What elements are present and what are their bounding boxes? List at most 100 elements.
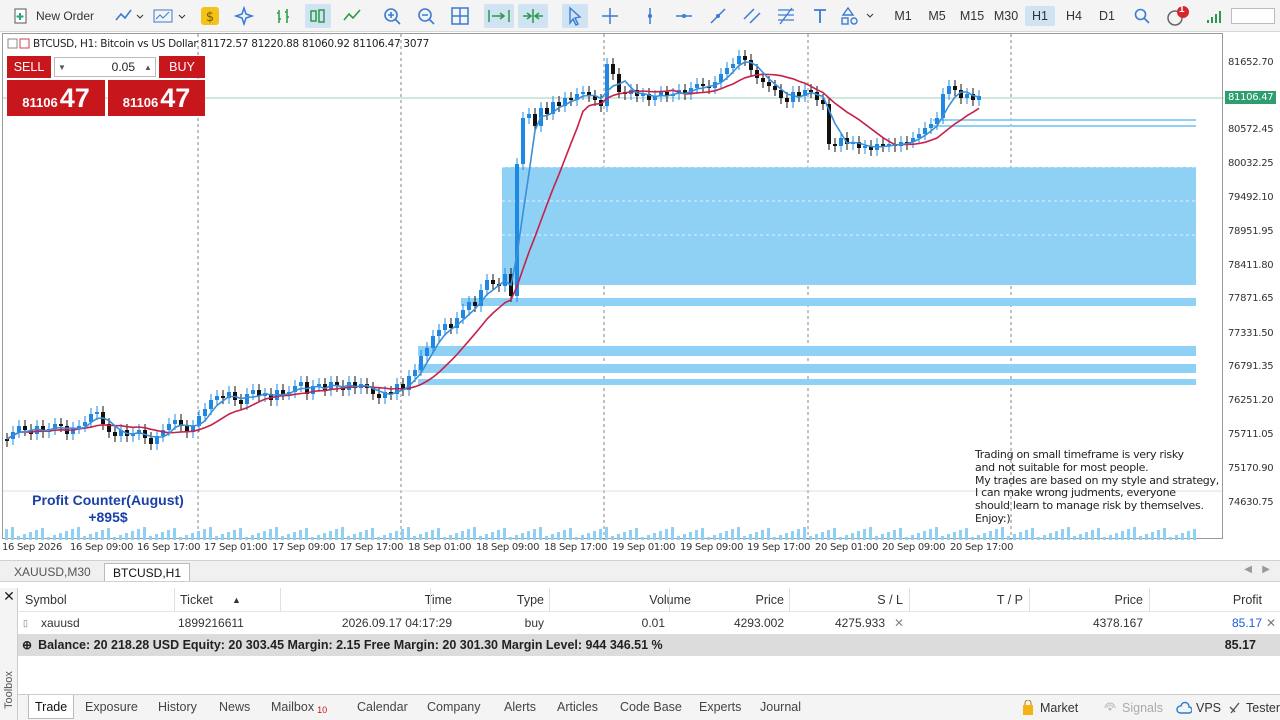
timeframe-m30[interactable]: M30 <box>991 6 1021 26</box>
crosshair-tool[interactable] <box>598 4 622 28</box>
volume-bar <box>1187 531 1190 540</box>
notifications-button[interactable]: 1 <box>1162 4 1192 28</box>
timeframe-m5[interactable]: M5 <box>922 6 952 26</box>
time-axis[interactable]: 16 Sep 2026 16 Sep 09:00 16 Sep 17:00 17 Se… <box>2 540 1224 558</box>
tile-windows-button[interactable] <box>448 4 472 28</box>
volume-bar <box>293 532 296 540</box>
sell-price-box[interactable]: 81106 47 <box>7 80 105 116</box>
lot-increase-icon[interactable]: ▲ <box>141 63 155 72</box>
autoscroll-button[interactable] <box>484 4 514 28</box>
price-tick-label: 75170.90 <box>1228 463 1274 474</box>
buy-price-box[interactable]: 81106 47 <box>108 80 205 116</box>
line-chart-button[interactable] <box>340 4 364 28</box>
close-icon[interactable]: ✕ <box>2 588 16 610</box>
timeframe-m1[interactable]: M1 <box>888 6 918 26</box>
chart-window[interactable]: BTCUSD, H1: Bitcoin vs US Dollar 81172.5… <box>2 33 1224 540</box>
tab-journal[interactable]: Journal <box>754 695 807 719</box>
expand-icon[interactable]: ⊕ <box>22 638 32 652</box>
candle <box>467 302 471 310</box>
chart-shift-button[interactable] <box>518 4 548 28</box>
shapes-dropdown[interactable] <box>838 4 878 28</box>
cursor-icon <box>569 6 582 26</box>
toolbox-tabs: Trade Exposure History News Mailbox 10 C… <box>18 694 1280 720</box>
chart-tab-xauusd[interactable]: XAUUSD,M30 <box>6 563 99 581</box>
text-tool[interactable] <box>808 4 832 28</box>
row-time: 2026.09.17 04:17:29 <box>341 616 452 630</box>
volume-bar <box>1157 530 1160 540</box>
candlestick-button[interactable] <box>305 4 331 28</box>
tab-calendar[interactable]: Calendar <box>351 695 414 719</box>
price-axis[interactable]: 81652.70 81106.47 80572.45 80032.25 79492.10… <box>1224 33 1280 539</box>
cursor-tool[interactable] <box>562 4 588 28</box>
close-position-icon[interactable]: ✕ <box>1266 612 1276 634</box>
bar-chart-button[interactable] <box>272 4 296 28</box>
remove-sl-icon[interactable]: ✕ <box>894 612 904 634</box>
chart-tab-btcusd[interactable]: BTCUSD,H1 <box>104 563 191 581</box>
volume-bar <box>995 529 998 540</box>
tab-mailbox[interactable]: Mailbox 10 <box>265 695 333 719</box>
zoom-out-button[interactable] <box>414 4 438 28</box>
volume-bar <box>521 533 524 540</box>
vertical-line-tool[interactable] <box>638 4 662 28</box>
timeframe-h4[interactable]: H4 <box>1059 6 1089 26</box>
text-icon <box>814 9 826 23</box>
timeframe-d1[interactable]: D1 <box>1092 6 1122 26</box>
grid-icon <box>451 7 469 25</box>
candle <box>521 118 525 164</box>
line-chart-icon <box>115 9 144 21</box>
notifications-icon <box>1167 6 1189 26</box>
vps-tab[interactable]: VPS <box>1176 698 1221 718</box>
indicators-dropdown[interactable] <box>112 4 146 28</box>
lot-size-input[interactable]: ▼ 0.05 ▲ <box>54 57 156 77</box>
chart-title-bar: BTCUSD, H1: Bitcoin vs US Dollar 81172.5… <box>7 38 429 50</box>
horizontal-line-tool[interactable] <box>672 4 696 28</box>
time-tick-label: 18 Sep 09:00 <box>476 542 540 553</box>
tab-company[interactable]: Company <box>421 695 487 719</box>
sell-button[interactable]: SELL <box>7 56 51 78</box>
svg-text:$: $ <box>206 10 214 25</box>
signals-tab[interactable]: Signals <box>1103 698 1163 718</box>
lot-decrease-icon[interactable]: ▼ <box>55 63 69 72</box>
tab-news[interactable]: News <box>213 695 256 719</box>
tab-exposure[interactable]: Exposure <box>79 695 144 719</box>
scroll-left-icon[interactable]: ◀ <box>1244 564 1252 575</box>
volume-bar <box>1163 528 1166 540</box>
new-order-button[interactable]: New Order <box>12 4 102 28</box>
price-tick-label: 74630.75 <box>1228 497 1274 508</box>
tab-alerts[interactable]: Alerts <box>498 695 542 719</box>
tester-label: Tester <box>1246 701 1280 715</box>
tab-trade[interactable]: Trade <box>28 695 75 719</box>
candle <box>431 336 435 348</box>
algo-trading-button[interactable]: $ <box>198 4 222 28</box>
row-ticket: 1899216611 <box>178 616 244 630</box>
market-tab[interactable]: Market <box>1021 698 1078 718</box>
candle <box>695 84 699 88</box>
volume-bar <box>695 530 698 540</box>
volume-bar <box>629 530 632 540</box>
signals-button[interactable] <box>232 4 256 28</box>
zoom-in-button[interactable] <box>380 4 404 28</box>
trendline-tool[interactable] <box>706 4 730 28</box>
fibonacci-tool[interactable] <box>774 4 798 28</box>
volume-bar <box>341 527 344 540</box>
volume-bar <box>737 527 740 540</box>
row-tp[interactable] <box>909 612 1023 634</box>
search-button[interactable] <box>1130 4 1154 28</box>
tab-code-base[interactable]: Code Base <box>614 695 688 719</box>
scroll-right-icon[interactable]: ▶ <box>1262 564 1270 575</box>
tab-experts[interactable]: Experts <box>693 695 747 719</box>
templates-dropdown[interactable] <box>150 4 190 28</box>
table-row[interactable]: ▯ xauusd 1899216611 2026.09.17 04:17:29 … <box>18 588 1280 634</box>
timeframe-h1[interactable]: H1 <box>1025 6 1055 26</box>
tester-tab[interactable]: Tester <box>1228 698 1280 718</box>
volume-bar <box>731 529 734 540</box>
buy-button[interactable]: BUY <box>159 56 205 78</box>
price-tick-label: 78951.95 <box>1228 226 1274 237</box>
row-sl[interactable]: 4275.933 <box>789 612 885 634</box>
tab-articles[interactable]: Articles <box>551 695 604 719</box>
candle <box>701 84 705 86</box>
timeframe-m15[interactable]: M15 <box>957 6 987 26</box>
tab-history[interactable]: History <box>152 695 203 719</box>
volume-bar <box>659 531 662 540</box>
channel-tool[interactable] <box>740 4 764 28</box>
